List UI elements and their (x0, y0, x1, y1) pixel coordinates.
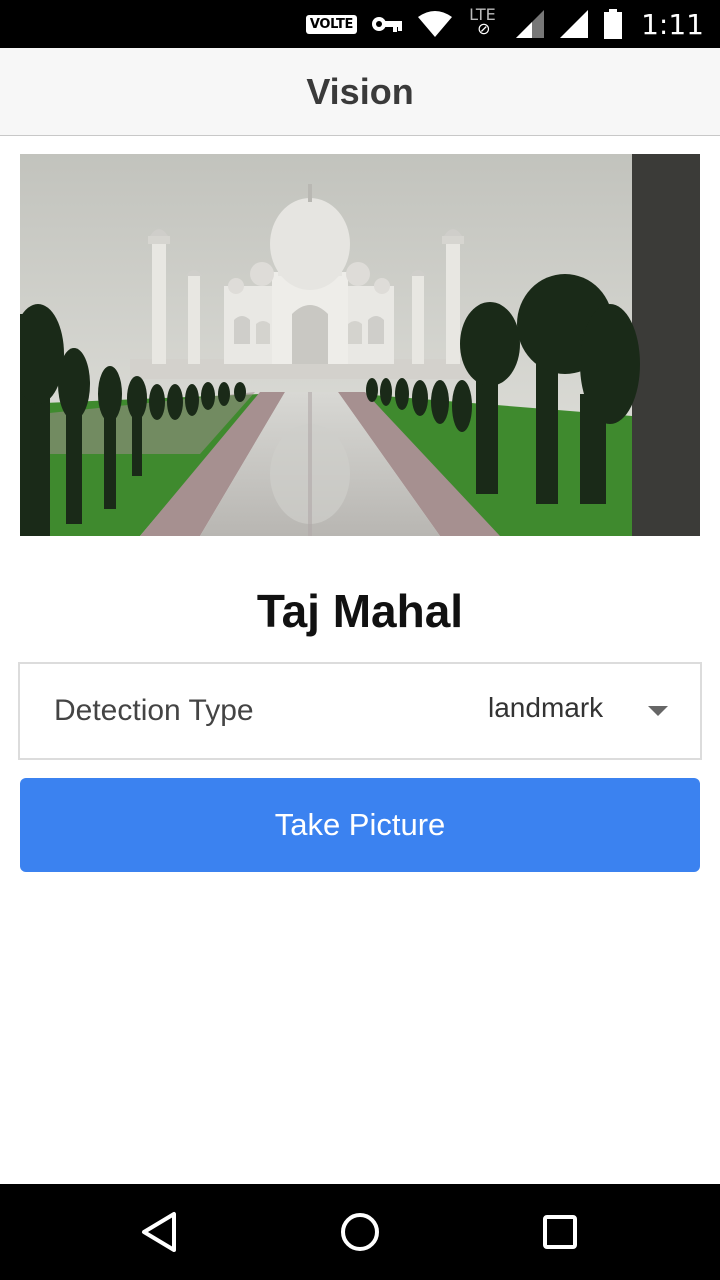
captured-photo (20, 154, 700, 536)
volte-badge: VOLTE (305, 14, 358, 34)
status-icons: VOLTE LTE ⊘ 1:11 (305, 0, 704, 48)
home-icon (341, 1213, 379, 1251)
back-icon (142, 1212, 176, 1252)
navigation-bar (0, 1184, 720, 1280)
data-saver-icon: ⊘ (477, 21, 491, 38)
picker-selected-value[interactable]: landmark (488, 692, 603, 724)
detection-result-label: Taj Mahal (256, 585, 464, 637)
status-bar: VOLTE LTE ⊘ 1:11 (0, 0, 720, 48)
status-time: 1:11 (641, 7, 704, 41)
vpn-key-icon (372, 17, 403, 32)
app-bar: Vision (0, 48, 720, 136)
network-indicator: LTE ⊘ (467, 5, 501, 39)
taj-mahal-image (20, 154, 700, 536)
recents-icon (543, 1215, 577, 1249)
detection-type-picker[interactable]: Detection Type landmark (18, 662, 702, 760)
home-button[interactable] (334, 1206, 386, 1258)
vision-app-screen: VOLTE LTE ⊘ 1:11 Vision Taj Mahal Detect… (0, 0, 720, 1280)
dropdown-arrow-icon[interactable] (648, 706, 668, 716)
signal-icon (516, 10, 545, 38)
battery-icon (604, 9, 623, 39)
signal-icon-secondary (560, 10, 589, 38)
wifi-icon (418, 11, 453, 37)
take-picture-button[interactable]: Take Picture (20, 778, 700, 872)
picker-label: Detection Type (54, 694, 254, 727)
recents-button[interactable] (534, 1206, 586, 1258)
back-button[interactable] (134, 1206, 186, 1258)
page-title: Vision (306, 70, 414, 112)
